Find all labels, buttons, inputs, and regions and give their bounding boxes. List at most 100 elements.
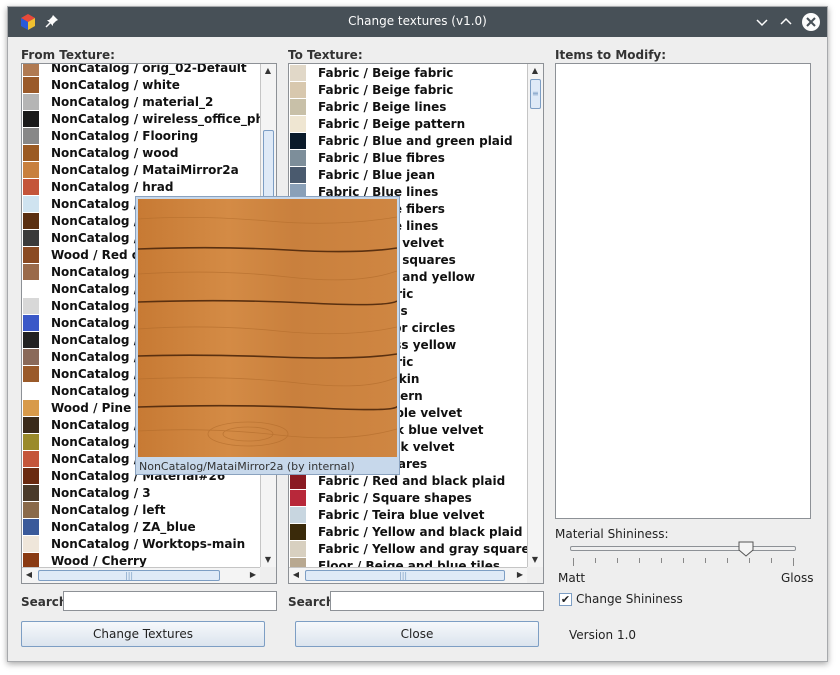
list-item[interactable]: NonCatalog / wood: [22, 144, 260, 161]
list-item[interactable]: NonCatalog / hrad: [22, 178, 260, 195]
list-item[interactable]: Fabric / Blue and green plaid: [289, 132, 527, 149]
items-to-modify-list[interactable]: [555, 63, 811, 519]
slider-tick: [705, 558, 706, 563]
list-item[interactable]: Fabric / Blue jean: [289, 166, 527, 183]
material-shininess-label: Material Shininess:: [555, 527, 669, 541]
scroll-corner: [527, 567, 543, 583]
from-horizontal-scrollbar[interactable]: ◀ ||| ▶: [22, 567, 260, 583]
list-item[interactable]: Floor / Beige and blue tiles: [289, 557, 527, 567]
to-horizontal-scroll-thumb[interactable]: |||: [305, 570, 505, 581]
window-title: Change textures (v1.0): [348, 14, 487, 28]
list-item[interactable]: NonCatalog / 3: [22, 484, 260, 501]
list-item-label: NonCatalog / orig_02-Default: [51, 63, 247, 75]
scroll-up-icon[interactable]: ▲: [528, 64, 542, 78]
close-button[interactable]: Close: [295, 621, 539, 647]
slider-tick: [793, 558, 794, 566]
texture-swatch-icon: [290, 98, 306, 115]
list-item-label: NonCatalog / wood: [51, 145, 179, 160]
to-vertical-scroll-thumb[interactable]: ≡: [530, 79, 541, 109]
texture-swatch-icon: [23, 178, 39, 195]
list-item-label: Fabric / Blue fibres: [318, 150, 445, 165]
scroll-down-icon[interactable]: ▼: [528, 553, 542, 567]
list-item-label: Fabric / Yellow and gray squares: [318, 541, 527, 556]
texture-swatch-icon: [23, 399, 39, 416]
to-search-input[interactable]: [330, 591, 544, 611]
shininess-slider-track[interactable]: [570, 546, 796, 551]
list-item-label: NonCatalog / hrad: [51, 179, 174, 194]
list-item[interactable]: Fabric / Beige fabric: [289, 81, 527, 98]
texture-swatch-icon: [23, 552, 39, 567]
title-bar[interactable]: Change textures (v1.0): [8, 7, 827, 37]
texture-swatch-icon: [23, 331, 39, 348]
list-item-label: NonCatalog / Flooring: [51, 128, 199, 143]
list-item[interactable]: Fabric / Square shapes: [289, 489, 527, 506]
version-label: Version 1.0: [569, 628, 637, 642]
list-item[interactable]: NonCatalog / ZA_blue: [22, 518, 260, 535]
texture-swatch-icon: [23, 93, 39, 110]
list-item-label: Fabric / Beige fabric: [318, 82, 454, 97]
list-item[interactable]: NonCatalog / orig_02-Default: [22, 63, 260, 76]
texture-swatch-icon: [23, 280, 39, 297]
slider-tick: [683, 558, 684, 563]
to-texture-label: To Texture:: [288, 48, 363, 62]
texture-swatch-icon: [290, 523, 306, 540]
to-vertical-scrollbar[interactable]: ▲ ≡ ▼: [527, 64, 543, 567]
scroll-left-icon[interactable]: ◀: [22, 568, 36, 582]
texture-swatch-icon: [290, 132, 306, 149]
shininess-slider-thumb[interactable]: [738, 541, 754, 557]
texture-swatch-icon: [290, 506, 306, 523]
scroll-right-icon[interactable]: ▶: [513, 568, 527, 582]
list-item-label: NonCatalog / ZA_blue: [51, 519, 196, 534]
maximize-icon[interactable]: [778, 14, 794, 30]
list-item[interactable]: NonCatalog / material_2: [22, 93, 260, 110]
list-item-label: Wood / Pine: [51, 400, 132, 415]
list-item[interactable]: NonCatalog / left: [22, 501, 260, 518]
texture-swatch-icon: [23, 518, 39, 535]
from-horizontal-scroll-thumb[interactable]: |||: [38, 570, 220, 581]
list-item[interactable]: Fabric / Beige pattern: [289, 115, 527, 132]
list-item[interactable]: Wood / Cherry: [22, 552, 260, 567]
list-item[interactable]: Fabric / Beige lines: [289, 98, 527, 115]
list-item[interactable]: Fabric / Yellow and black plaid: [289, 523, 527, 540]
list-item[interactable]: NonCatalog / Flooring: [22, 127, 260, 144]
texture-swatch-icon: [23, 161, 39, 178]
list-item-label: NonCatalog / Worktops-main: [51, 536, 246, 551]
list-item-label: Fabric / Square shapes: [318, 490, 472, 505]
scroll-down-icon[interactable]: ▼: [261, 553, 275, 567]
list-item-label: Fabric / Red and black plaid: [318, 473, 506, 488]
change-shininess-checkbox[interactable]: ✔: [559, 593, 572, 606]
scroll-right-icon[interactable]: ▶: [246, 568, 260, 582]
scroll-left-icon[interactable]: ◀: [289, 568, 303, 582]
tooltip-caption: NonCatalog/MataiMirror2a (by internal): [139, 460, 355, 473]
texture-swatch-icon: [23, 467, 39, 484]
list-item[interactable]: Fabric / Yellow and gray squares: [289, 540, 527, 557]
list-item-label: NonCatalog / left: [51, 502, 166, 517]
slider-tick: [573, 558, 574, 566]
slider-tick: [661, 558, 662, 563]
list-item[interactable]: Fabric / Beige fabric: [289, 64, 527, 81]
list-item[interactable]: NonCatalog / white: [22, 76, 260, 93]
list-item-label: Fabric / Blue and green plaid: [318, 133, 513, 148]
scroll-up-icon[interactable]: ▲: [261, 64, 275, 78]
texture-swatch-icon: [23, 382, 39, 399]
slider-tick: [595, 558, 596, 563]
slider-tick: [771, 558, 772, 563]
change-textures-button[interactable]: Change Textures: [21, 621, 265, 647]
texture-swatch-icon: [23, 195, 39, 212]
texture-swatch-icon: [290, 540, 306, 557]
list-item-label: Fabric / Beige lines: [318, 99, 447, 114]
change-shininess-label[interactable]: Change Shininess: [576, 592, 683, 606]
list-item[interactable]: NonCatalog / MataiMirror2a: [22, 161, 260, 178]
close-icon[interactable]: [801, 12, 821, 32]
to-horizontal-scrollbar[interactable]: ◀ ||| ▶: [289, 567, 527, 583]
list-item[interactable]: NonCatalog / Worktops-main: [22, 535, 260, 552]
minimize-icon[interactable]: [754, 14, 770, 30]
list-item[interactable]: Fabric / Blue fibres: [289, 149, 527, 166]
texture-swatch-icon: [23, 64, 39, 76]
texture-swatch-icon: [290, 64, 306, 81]
list-item[interactable]: Fabric / Teira blue velvet: [289, 506, 527, 523]
texture-swatch-icon: [23, 212, 39, 229]
matt-label: Matt: [558, 571, 586, 585]
from-search-input[interactable]: [63, 591, 277, 611]
list-item[interactable]: NonCatalog / wireless_office_phone.001: [22, 110, 260, 127]
